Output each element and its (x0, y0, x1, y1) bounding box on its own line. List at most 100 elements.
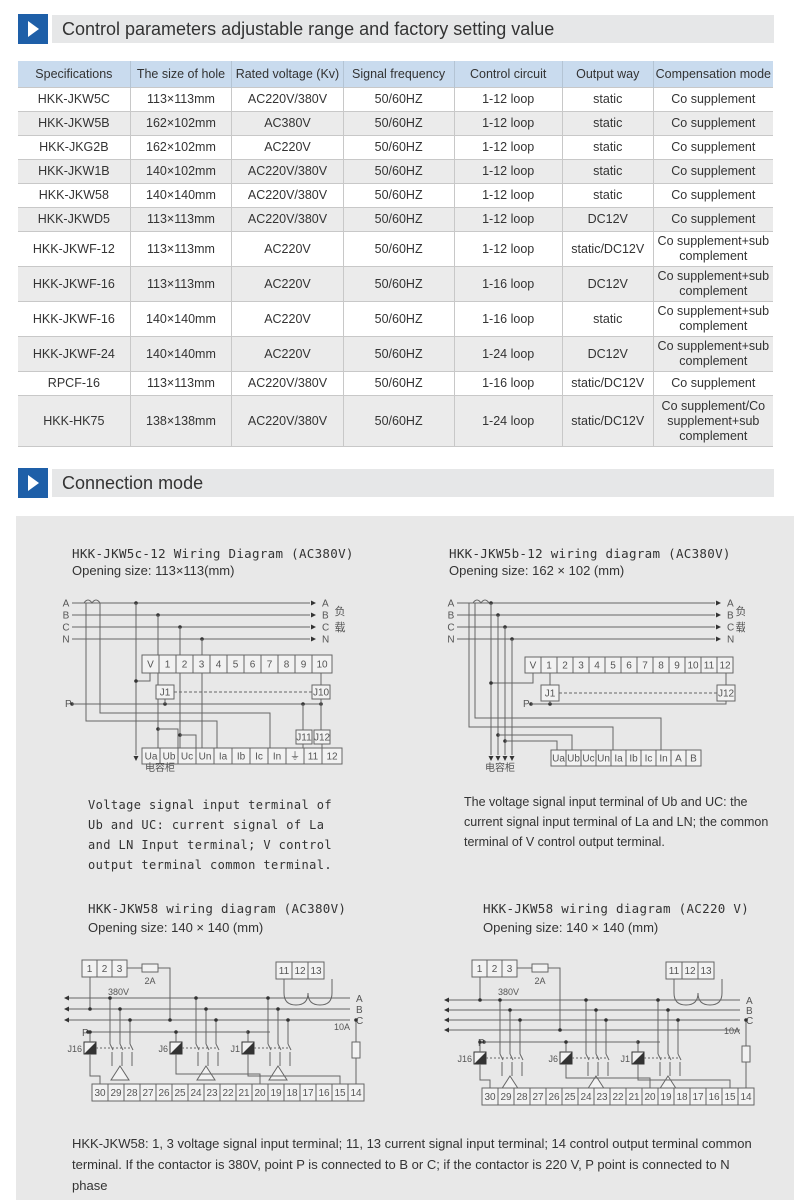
table-cell: Co supplement (653, 87, 773, 112)
table-cell: DC12V (562, 207, 654, 232)
section-title: Control parameters adjustable range and … (52, 15, 774, 43)
junction-dot (604, 1018, 608, 1022)
table-cell: 138×138mm (130, 395, 233, 447)
terminal-label: Ua (552, 754, 565, 765)
load-label: 载 (736, 621, 746, 634)
table-cell: Co supplement (653, 207, 773, 232)
junction-dot (194, 996, 198, 1000)
capacitor-symbol (110, 1065, 130, 1081)
table-cell: Co supplement+sub complement (653, 231, 773, 267)
table-cell: 1-12 loop (454, 207, 563, 232)
spec-table: Specifications The size of hole Rated vo… (18, 61, 773, 447)
terminal-label: 10 (316, 660, 328, 671)
phase-label: A (448, 599, 455, 610)
terminal-label: 5 (233, 660, 239, 671)
terminal-label: 3 (578, 661, 584, 672)
terminal-label: Ic (645, 754, 653, 765)
terminal-label: 15 (334, 1088, 346, 1099)
terminal-label: 3 (507, 964, 513, 975)
bottom-terminal-strip: 30 29 28 27 26 25 24 23 22 21 20 19 18 17 16 15 14 (481, 1087, 755, 1106)
voltage-terminal-strip: 123 (81, 959, 128, 978)
terminal-label: 24 (580, 1092, 592, 1103)
table-cell: 1-12 loop (454, 231, 563, 267)
terminal-label: 23 (206, 1088, 218, 1099)
terminal-label: 9 (301, 660, 307, 671)
terminal-label: 26 (158, 1088, 170, 1099)
terminal-label: 12 (294, 966, 306, 977)
junction-dot (478, 1040, 482, 1044)
phase-label: C (322, 623, 329, 634)
voltage-wire (505, 740, 558, 750)
terminal-label: V (530, 661, 537, 672)
terminal-label: 23 (596, 1092, 608, 1103)
relay-label: J1 (160, 688, 171, 699)
diagram-opening-size: Opening size: 162 × 102 (mm) (449, 563, 625, 578)
table-cell: AC220V/380V (231, 87, 344, 112)
voltage-label: 380V (108, 987, 129, 997)
phase-label: C (447, 623, 454, 634)
junction-dot (134, 679, 138, 683)
table-cell: AC220V (231, 231, 344, 267)
bottom-terminal-strip: Ua Ub Uc Un Ia Ib Ic In A B (550, 749, 702, 767)
bottom-terminal-strip: 30 29 28 27 26 25 24 23 22 21 20 19 18 17 16 15 14 (91, 1083, 365, 1102)
phase-label: C (727, 623, 734, 634)
junction-dot (508, 1008, 512, 1012)
table-row: HKK-JKW5C 113×113mm AC220V/380V 50/60HZ 1-12… (18, 87, 773, 112)
junction-dot (676, 1018, 680, 1022)
table-cell: HKK-JKWD5 (18, 207, 131, 232)
terminal-label: 1 (87, 964, 93, 975)
terminal-label: 25 (564, 1092, 576, 1103)
terminal-label: 13 (700, 966, 712, 977)
junction-dot (518, 1018, 522, 1022)
table-cell: RPCF-16 (18, 371, 131, 396)
fuse-small (531, 963, 549, 973)
terminal-label: 18 (286, 1088, 298, 1099)
relay-label: J1 (230, 1044, 240, 1054)
table-cell: 140×102mm (130, 159, 233, 184)
table-cell: 1-24 loop (454, 395, 563, 447)
table-cell: Co supplement+sub complement (653, 266, 773, 302)
fuse-label: 2A (534, 976, 545, 986)
terminal-label: 26 (548, 1092, 560, 1103)
table-row: HKK-JKW5B 162×102mm AC380V 50/60HZ 1-12 loop… (18, 111, 773, 136)
terminal-label: 24 (190, 1088, 202, 1099)
terminal-label: 9 (674, 661, 680, 672)
table-row: HKK-JKWF-16 113×113mm AC220V 50/60HZ 1-16 lo… (18, 266, 773, 302)
junction-dot (489, 681, 493, 685)
table-cell: 1-12 loop (454, 111, 563, 136)
wire (548, 967, 561, 1030)
fuse-large (351, 1041, 361, 1059)
contact-switch (499, 1053, 504, 1061)
table-cell: 50/60HZ (343, 207, 455, 232)
table-cell: 113×113mm (130, 87, 233, 112)
wiring-diagram-jkw5c: A AB BC CN N负载V 1 2 3 4 5 6 7 8 9 10J1 J10PJ11 J12Ua Ub Uc… (62, 599, 346, 774)
junction-dot (744, 1018, 748, 1022)
arrow-head (311, 612, 316, 618)
table-cell: HKK-JKW5C (18, 87, 131, 112)
table-cell: static/DC12V (562, 395, 654, 447)
terminal-label: 2 (562, 661, 568, 672)
contact-switch (677, 1053, 682, 1061)
terminal-label: 1 (477, 964, 483, 975)
terminal-label: ⏚ (290, 751, 300, 763)
load-label: 载 (335, 621, 346, 634)
terminal-label: 4 (216, 660, 222, 671)
terminal-label: Ia (614, 754, 623, 765)
footer-note: HKK-JKW58: 1, 3 voltage signal input ter… (72, 1136, 752, 1193)
terminal-label: 2 (102, 964, 108, 975)
terminal-label: Ib (629, 754, 638, 765)
table-cell: AC220V (231, 135, 344, 160)
arrow-head (133, 756, 139, 761)
table-cell: 1-12 loop (454, 135, 563, 160)
junction-dot (666, 1008, 670, 1012)
terminal-label: 6 (626, 661, 632, 672)
arrow-head (488, 756, 494, 761)
wire (158, 967, 171, 1020)
table-cell: HKK-JKW5B (18, 111, 131, 136)
table-cell: HKK-JKWF-12 (18, 231, 131, 267)
cabinet-label: 电容柜 (145, 761, 175, 773)
arrow-head (311, 636, 316, 642)
junction-dot (88, 1007, 92, 1011)
table-cell: 50/60HZ (343, 87, 455, 112)
relay-label: J6 (548, 1054, 558, 1064)
